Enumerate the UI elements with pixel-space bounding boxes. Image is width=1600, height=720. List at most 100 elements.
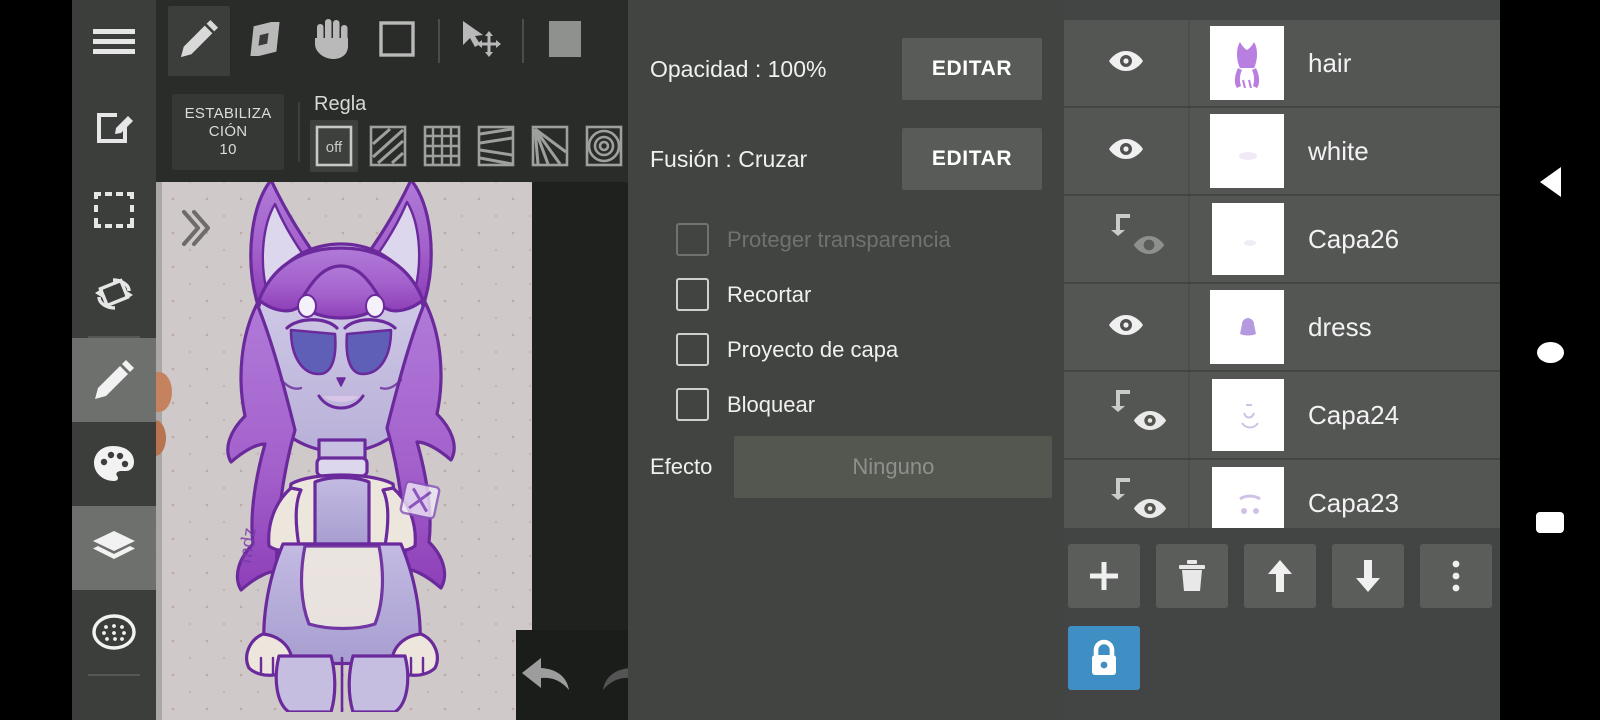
android-navbar	[1500, 0, 1600, 720]
layer-name: Capa24	[1308, 399, 1400, 430]
ruler-option-grid[interactable]	[418, 120, 466, 172]
checkbox-box[interactable]	[676, 388, 709, 421]
opacity-edit-button[interactable]: EDITAR	[902, 38, 1042, 100]
hand-icon	[311, 18, 351, 65]
tool-fill-color[interactable]	[534, 6, 596, 76]
sidebar-item-brush[interactable]	[72, 338, 156, 422]
layer-row[interactable]: hair	[1064, 20, 1500, 106]
layer-visibility-cell[interactable]	[1064, 284, 1190, 370]
pencil-icon	[179, 19, 219, 64]
stabilizer-button[interactable]: ESTABILIZA CIÓN 10	[172, 94, 285, 170]
eye-icon[interactable]	[1107, 137, 1145, 166]
canvas-paper[interactable]: mdz	[156, 182, 532, 720]
checkbox-clipping[interactable]: Recortar	[628, 267, 1062, 322]
undo-arrow-icon[interactable]	[519, 652, 573, 699]
layer-visibility-cell[interactable]	[1064, 460, 1190, 528]
layer-thumbnail	[1212, 379, 1284, 451]
blend-edit-button[interactable]: EDITAR	[902, 128, 1042, 190]
ruler-option-perspective[interactable]	[472, 120, 520, 172]
checkbox-label: Bloquear	[727, 391, 816, 417]
layer-row[interactable]: white	[1064, 108, 1500, 194]
move-layer-down-button[interactable]	[1332, 544, 1404, 608]
opacity-label: Opacidad : 100%	[650, 55, 827, 82]
effect-row: Efecto Ninguno	[628, 436, 1062, 498]
checkbox-label: Proyecto de capa	[727, 336, 899, 362]
eye-icon[interactable]	[1107, 313, 1145, 342]
checkbox-box	[676, 223, 709, 256]
svg-text:off: off	[326, 139, 343, 156]
tool-transform[interactable]	[450, 6, 512, 76]
palette-icon	[93, 445, 135, 483]
ruler-option-off[interactable]: off	[310, 119, 358, 172]
checkbox-box[interactable]	[676, 333, 709, 366]
lock-layer-button[interactable]	[1068, 626, 1140, 690]
sidebar-divider-bottom	[88, 674, 140, 676]
layer-visibility-cell[interactable]	[1064, 196, 1190, 282]
nav-back-button[interactable]	[1500, 152, 1600, 212]
layer-visibility-cell[interactable]	[1064, 108, 1190, 194]
move-transform-icon	[460, 19, 502, 64]
sidebar-item-palette[interactable]	[72, 422, 156, 506]
checkbox-layer-draft[interactable]: Proyecto de capa	[628, 322, 1062, 377]
layer-thumbnail	[1212, 203, 1284, 275]
clipping-mask-icon	[1108, 478, 1134, 509]
checkbox-label: Proteger transparencia	[727, 226, 951, 252]
layer-list[interactable]: hair white Capa26 dress Capa24 Capa23	[1062, 0, 1500, 528]
sidebar-item-my-gallery[interactable]	[72, 84, 156, 168]
move-layer-up-button[interactable]	[1244, 544, 1316, 608]
brush-options-toolbar: ESTABILIZA CIÓN 10 Regla off	[156, 82, 628, 182]
effect-value-field[interactable]: Ninguno	[734, 436, 1053, 498]
ruler-options: off	[310, 119, 628, 172]
sidebar-item-menu[interactable]	[72, 0, 156, 84]
tool-pencil[interactable]	[168, 6, 230, 76]
sidebar-item-selection[interactable]	[72, 168, 156, 252]
eye-icon[interactable]	[1107, 49, 1145, 78]
eye-icon[interactable]	[1132, 234, 1166, 261]
undo-redo-bar	[516, 630, 628, 720]
eye-icon[interactable]	[1132, 497, 1168, 525]
opacity-row: Opacidad : 100% EDITAR	[628, 38, 1062, 100]
layer-name: Capa23	[1308, 487, 1400, 518]
blend-row: Fusión : Cruzar EDITAR	[628, 128, 1062, 190]
ruler-option-circle[interactable]	[580, 120, 628, 172]
sidebar-item-layers[interactable]	[72, 506, 156, 590]
canvas-area[interactable]: mdz	[156, 182, 628, 720]
layer-row[interactable]: dress	[1064, 284, 1500, 370]
layer-row[interactable]: Capa23	[1064, 460, 1500, 528]
layer-more-options-button[interactable]	[1420, 544, 1492, 608]
layer-name: dress	[1308, 311, 1372, 342]
circle-home-icon	[1536, 341, 1564, 363]
effect-label: Efecto	[650, 454, 713, 479]
layer-name: hair	[1308, 47, 1352, 78]
tool-select-rect[interactable]	[366, 6, 428, 76]
layer-row[interactable]: Capa24	[1064, 372, 1500, 458]
sidebar-item-material[interactable]	[72, 590, 156, 674]
nav-home-button[interactable]	[1500, 322, 1600, 382]
sidebar-item-rotate[interactable]	[72, 252, 156, 336]
add-layer-button[interactable]	[1068, 544, 1140, 608]
filled-square-icon	[547, 19, 583, 64]
layers-icon	[92, 530, 136, 566]
layer-visibility-cell[interactable]	[1064, 20, 1190, 106]
app-root: ESTABILIZA CIÓN 10 Regla off mdz Opacida…	[0, 0, 1600, 720]
delete-layer-button[interactable]	[1156, 544, 1228, 608]
tool-hand[interactable]	[300, 6, 362, 76]
ruler-option-radial[interactable]	[526, 120, 574, 172]
layer-thumbnail	[1210, 290, 1284, 364]
ruler-label: Regla	[314, 92, 367, 115]
canvas-hand-blob-1	[156, 372, 172, 412]
redo-arrow-icon[interactable]	[599, 652, 628, 699]
layer-visibility-cell[interactable]	[1064, 372, 1190, 458]
checkbox-lock[interactable]: Bloquear	[628, 377, 1062, 432]
checkbox-box[interactable]	[676, 278, 709, 311]
eye-icon[interactable]	[1132, 409, 1168, 437]
nav-recents-button[interactable]	[1500, 492, 1600, 552]
tool-eraser[interactable]	[234, 6, 296, 76]
artwork-character: mdz	[226, 182, 456, 712]
edit-canvas-icon	[94, 106, 134, 146]
layer-row[interactable]: Capa26	[1064, 196, 1500, 282]
ruler-option-parallel[interactable]	[364, 120, 412, 172]
ruler-section: Regla off	[310, 93, 628, 172]
layer-checkboxes: Proteger transparencia Recortar Proyecto…	[628, 212, 1062, 432]
stabilizer-line1: ESTABILIZA	[184, 105, 272, 122]
